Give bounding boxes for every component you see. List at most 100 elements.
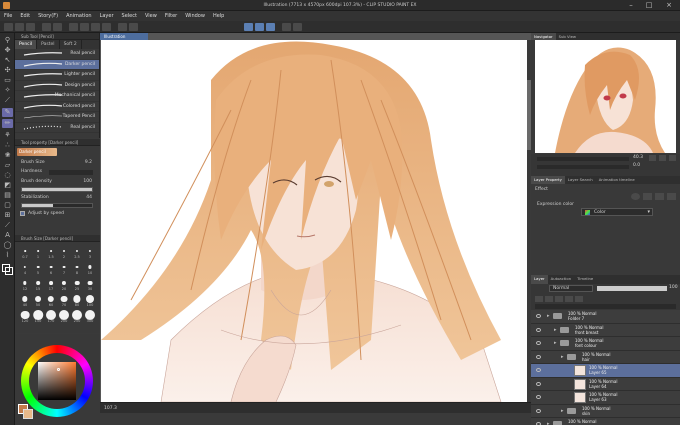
tab-autoaction[interactable]: Autoaction [548, 275, 575, 284]
eye-icon[interactable] [536, 395, 541, 399]
brush-size-option[interactable]: 250 [71, 309, 83, 323]
menu-file[interactable]: File [0, 11, 16, 21]
invert-selection-icon[interactable] [129, 23, 138, 31]
brush-item[interactable]: Real pencil [15, 123, 99, 133]
brush-item[interactable]: Real pencil [15, 49, 99, 60]
brush-size-option[interactable]: 1 [32, 245, 44, 259]
maximize-icon[interactable]: □ [642, 1, 656, 10]
expand-caret-icon[interactable]: ▸ [561, 408, 564, 414]
menu-layer[interactable]: Layer [96, 11, 118, 21]
menu-help[interactable]: Help [209, 11, 228, 21]
correct-line-icon[interactable]: ⌇ [2, 251, 13, 260]
reference-icon[interactable] [555, 296, 563, 302]
eraser-icon[interactable]: ▱ [2, 161, 13, 170]
move-layer-icon[interactable]: ✣ [2, 66, 13, 75]
rotation-slider[interactable] [537, 165, 629, 169]
eye-icon[interactable] [536, 327, 541, 332]
save-icon[interactable] [26, 23, 35, 31]
brush-item[interactable]: Mechanical pencil [15, 91, 99, 102]
brush-size-option[interactable]: 15 [32, 277, 44, 291]
tab-navigator[interactable]: Navigator [531, 33, 556, 40]
toggle-icon[interactable] [282, 23, 291, 31]
brush-size-option[interactable]: 12 [19, 277, 31, 291]
layer-row[interactable]: ▸ 100 % Normal font colour [531, 337, 680, 351]
navigator-preview[interactable] [535, 40, 676, 153]
zoom-slider[interactable] [537, 157, 629, 161]
brush-item[interactable]: Lighter pencil [15, 70, 99, 81]
snap-grid-icon[interactable] [266, 23, 275, 31]
stabilization-slider[interactable] [21, 203, 93, 208]
brush-density-slider[interactable] [21, 187, 93, 192]
brush-size-option[interactable]: 30 [84, 277, 96, 291]
brush-size-option[interactable]: 25 [71, 277, 83, 291]
zoom-icon[interactable]: ⚲ [2, 36, 13, 45]
layer-row[interactable]: 100 % Normal Layer 65 [531, 364, 680, 378]
redo-icon[interactable] [53, 23, 62, 31]
blend-icon[interactable]: ◌ [2, 171, 13, 180]
layer-color-icon[interactable] [575, 296, 583, 302]
menu-window[interactable]: Window [181, 11, 209, 21]
mask-effect-icon[interactable] [667, 193, 676, 200]
brush-size-option[interactable]: 50 [32, 293, 44, 307]
layer-row[interactable]: ▸ 100 % Normal skin [531, 405, 680, 418]
brush-size-option[interactable]: 200 [58, 309, 70, 323]
clear-icon[interactable] [69, 23, 78, 31]
move-icon[interactable]: ✥ [2, 46, 13, 55]
brush-size-option[interactable]: 4 [19, 261, 31, 275]
ruler-icon[interactable]: ⟋ [2, 221, 13, 230]
draft-icon[interactable] [565, 296, 573, 302]
brush-size-option[interactable]: 0.7 [19, 245, 31, 259]
tab-animation-timeline[interactable]: Animation timeline [596, 176, 638, 184]
brush-size-option[interactable]: 1.5 [45, 245, 57, 259]
clip-icon[interactable] [545, 296, 553, 302]
brush-size-option[interactable]: 6 [45, 261, 57, 275]
new-file-icon[interactable] [4, 23, 13, 31]
brush-size-option[interactable]: 20 [58, 277, 70, 291]
canvas-tab[interactable]: Illustration [100, 33, 148, 40]
artwork-canvas[interactable] [101, 40, 527, 402]
layer-row[interactable]: ▸ 100 % Normal [531, 418, 680, 425]
brush-size-option[interactable]: 40 [19, 293, 31, 307]
tab-layer-search[interactable]: Layer Search [565, 176, 596, 184]
snap-ruler-icon[interactable] [244, 23, 253, 31]
tab-sub-view[interactable]: Sub View [556, 33, 579, 40]
brush-size-option[interactable]: 5 [32, 261, 44, 275]
brush-size-option[interactable]: 170 [45, 309, 57, 323]
fill-bucket-icon[interactable]: ◩ [2, 181, 13, 190]
expression-color-select[interactable]: Color ▾ [581, 208, 653, 216]
expand-caret-icon[interactable]: ▸ [554, 327, 557, 333]
color-effect-icon[interactable] [655, 193, 664, 200]
expand-caret-icon[interactable]: ▸ [547, 421, 550, 425]
brush-item[interactable]: Colored pencil [15, 102, 99, 112]
menu-edit[interactable]: Edit [16, 11, 34, 21]
brush-size-option[interactable]: 300 [84, 309, 96, 323]
brush-size-option[interactable]: 60 [45, 293, 57, 307]
brush-size-option[interactable]: 10 [84, 261, 96, 275]
brush-size-option[interactable]: 100 [84, 293, 96, 307]
transform-icon[interactable] [102, 23, 111, 31]
close-icon[interactable]: × [662, 1, 676, 10]
tab-layer[interactable]: Layer [531, 275, 548, 284]
color-picker-cursor[interactable] [57, 368, 60, 371]
selection-icon[interactable]: ▭ [2, 76, 13, 85]
sub-color-swatch[interactable] [23, 409, 33, 419]
zoom-out-icon[interactable] [659, 155, 666, 161]
airbrush-icon[interactable]: ∴ [2, 141, 13, 150]
layer-row[interactable]: ▸ 100 % Normal Folder 7 [531, 310, 680, 324]
figure-icon[interactable]: ▢ [2, 201, 13, 210]
eye-icon[interactable] [536, 354, 541, 359]
brush-size-option[interactable]: 150 [32, 309, 44, 323]
eye-icon[interactable] [536, 381, 541, 386]
text-icon[interactable]: A [2, 231, 13, 240]
layer-row[interactable]: 100 % Normal Layer 64 [531, 378, 680, 391]
expand-caret-icon[interactable]: ▸ [554, 340, 557, 346]
tab-timeline[interactable]: Timeline [574, 275, 596, 284]
layer-row[interactable]: ▸ 100 % Normal hair [531, 351, 680, 364]
pencil-icon[interactable]: ✏ [2, 119, 13, 128]
brush-size-option[interactable]: 70 [58, 293, 70, 307]
layer-row[interactable]: ▸ 100 % Normal front breast [531, 324, 680, 337]
eye-icon[interactable] [536, 314, 541, 318]
frame-icon[interactable]: ⊞ [2, 211, 13, 220]
brush-size-option[interactable]: 2 [58, 245, 70, 259]
menu-view[interactable]: View [141, 11, 161, 21]
